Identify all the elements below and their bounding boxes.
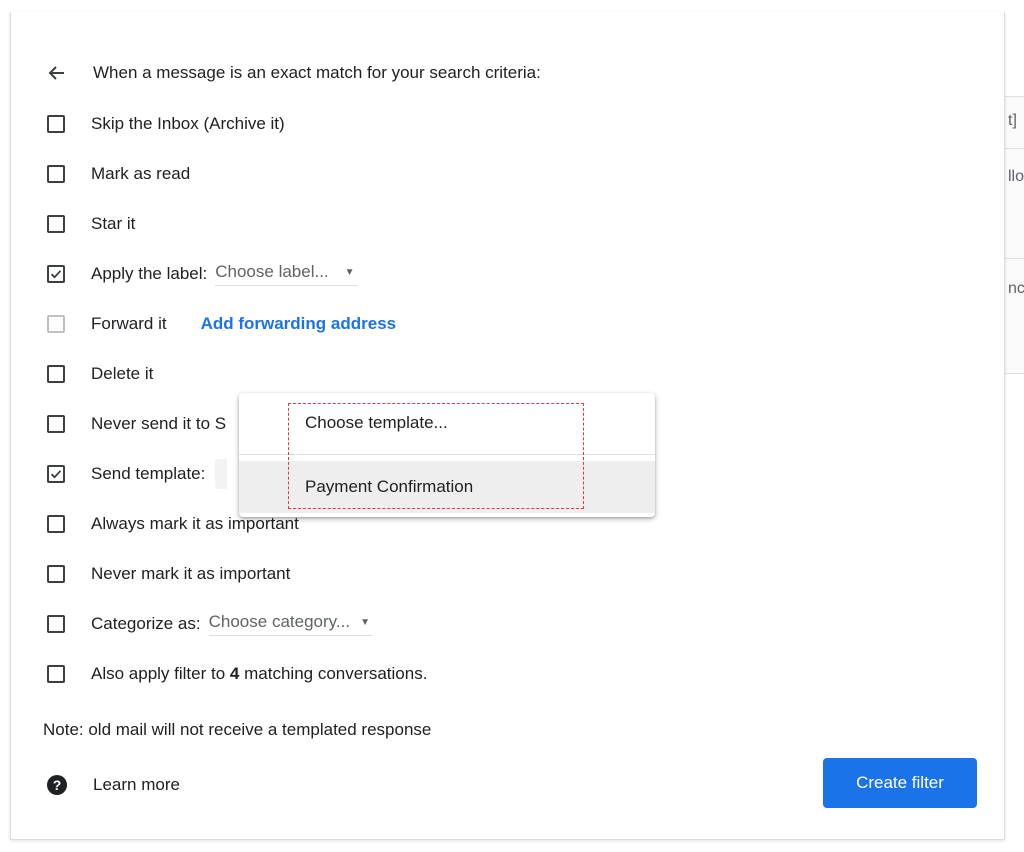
help-icon[interactable]: ? bbox=[47, 775, 67, 795]
star-label: Star it bbox=[91, 214, 136, 233]
label-select[interactable]: Choose label... ▼ bbox=[215, 262, 357, 286]
option-never-spam[interactable]: Never send it to S bbox=[47, 409, 226, 439]
always-important-checkbox[interactable] bbox=[47, 515, 65, 533]
learn-more-link[interactable]: Learn more bbox=[93, 775, 180, 795]
option-skip-inbox[interactable]: Skip the Inbox (Archive it) bbox=[47, 109, 285, 139]
always-important-label: Always mark it as important bbox=[91, 514, 299, 533]
dialog-header: When a message is an exact match for you… bbox=[45, 58, 541, 88]
delete-label: Delete it bbox=[91, 364, 154, 383]
mark-read-label: Mark as read bbox=[91, 164, 191, 183]
never-important-checkbox[interactable] bbox=[47, 565, 65, 583]
add-forwarding-address-link[interactable]: Add forwarding address bbox=[201, 314, 397, 334]
template-select[interactable] bbox=[215, 459, 228, 489]
menu-item-payment-confirmation[interactable]: Payment Confirmation bbox=[239, 461, 655, 513]
also-apply-checkbox[interactable] bbox=[47, 665, 65, 683]
matching-count: 4 bbox=[229, 664, 240, 683]
option-delete[interactable]: Delete it bbox=[47, 359, 153, 389]
also-apply-label: Also apply filter to 4 matching conversa… bbox=[91, 664, 427, 684]
templated-response-note: Note: old mail will not receive a templa… bbox=[43, 720, 432, 739]
send-template-label: Send template: bbox=[91, 464, 206, 483]
create-filter-button[interactable]: Create filter bbox=[823, 758, 977, 808]
mark-read-checkbox[interactable] bbox=[47, 165, 65, 183]
categorize-checkbox[interactable] bbox=[47, 615, 65, 633]
forward-checkbox[interactable] bbox=[47, 315, 65, 333]
skip-inbox-label: Skip the Inbox (Archive it) bbox=[91, 114, 285, 133]
option-send-template[interactable]: Send template: bbox=[47, 459, 228, 489]
option-categorize[interactable]: Categorize as: Choose category... ▼ bbox=[47, 609, 372, 639]
skip-inbox-checkbox[interactable] bbox=[47, 115, 65, 133]
template-dropdown-menu: Choose template... Payment Confirmation bbox=[239, 393, 655, 517]
menu-item-choose-template[interactable]: Choose template... bbox=[239, 397, 655, 449]
option-apply-label[interactable]: Apply the label: Choose label... ▼ bbox=[47, 259, 357, 289]
delete-checkbox[interactable] bbox=[47, 365, 65, 383]
checkmark-icon bbox=[50, 470, 62, 479]
category-select-value: Choose category... bbox=[208, 612, 351, 631]
caret-down-icon: ▼ bbox=[360, 616, 370, 628]
option-never-important[interactable]: Never mark it as important bbox=[47, 559, 290, 589]
also-apply-suffix: matching conversations. bbox=[244, 664, 428, 683]
label-select-value: Choose label... bbox=[215, 262, 329, 281]
learn-more-row: ? Learn more bbox=[47, 770, 180, 800]
background-text-fragment: llo bbox=[1008, 168, 1024, 185]
caret-down-icon: ▼ bbox=[344, 266, 355, 278]
option-also-apply[interactable]: Also apply filter to 4 matching conversa… bbox=[47, 659, 427, 689]
categorize-label: Categorize as: bbox=[91, 614, 201, 633]
apply-label-checkbox[interactable] bbox=[47, 265, 65, 283]
dialog-header-text: When a message is an exact match for you… bbox=[93, 63, 541, 82]
never-spam-checkbox[interactable] bbox=[47, 415, 65, 433]
also-apply-prefix: Also apply filter to bbox=[91, 664, 226, 683]
background-text-fragment: t] bbox=[1008, 112, 1017, 129]
forward-label: Forward it bbox=[91, 314, 167, 333]
checkmark-icon bbox=[50, 270, 62, 279]
never-spam-label: Never send it to S bbox=[91, 414, 227, 433]
apply-label-label: Apply the label: bbox=[91, 264, 208, 283]
never-important-label: Never mark it as important bbox=[91, 564, 291, 583]
menu-divider bbox=[239, 454, 655, 455]
background-text-fragment: nc bbox=[1008, 280, 1024, 297]
back-arrow-icon[interactable] bbox=[45, 61, 69, 85]
option-star[interactable]: Star it bbox=[47, 209, 135, 239]
option-mark-read[interactable]: Mark as read bbox=[47, 159, 190, 189]
option-forward[interactable]: Forward it Add forwarding address bbox=[47, 309, 396, 339]
category-select[interactable]: Choose category... ▼ bbox=[208, 612, 372, 636]
star-checkbox[interactable] bbox=[47, 215, 65, 233]
send-template-checkbox[interactable] bbox=[47, 465, 65, 483]
